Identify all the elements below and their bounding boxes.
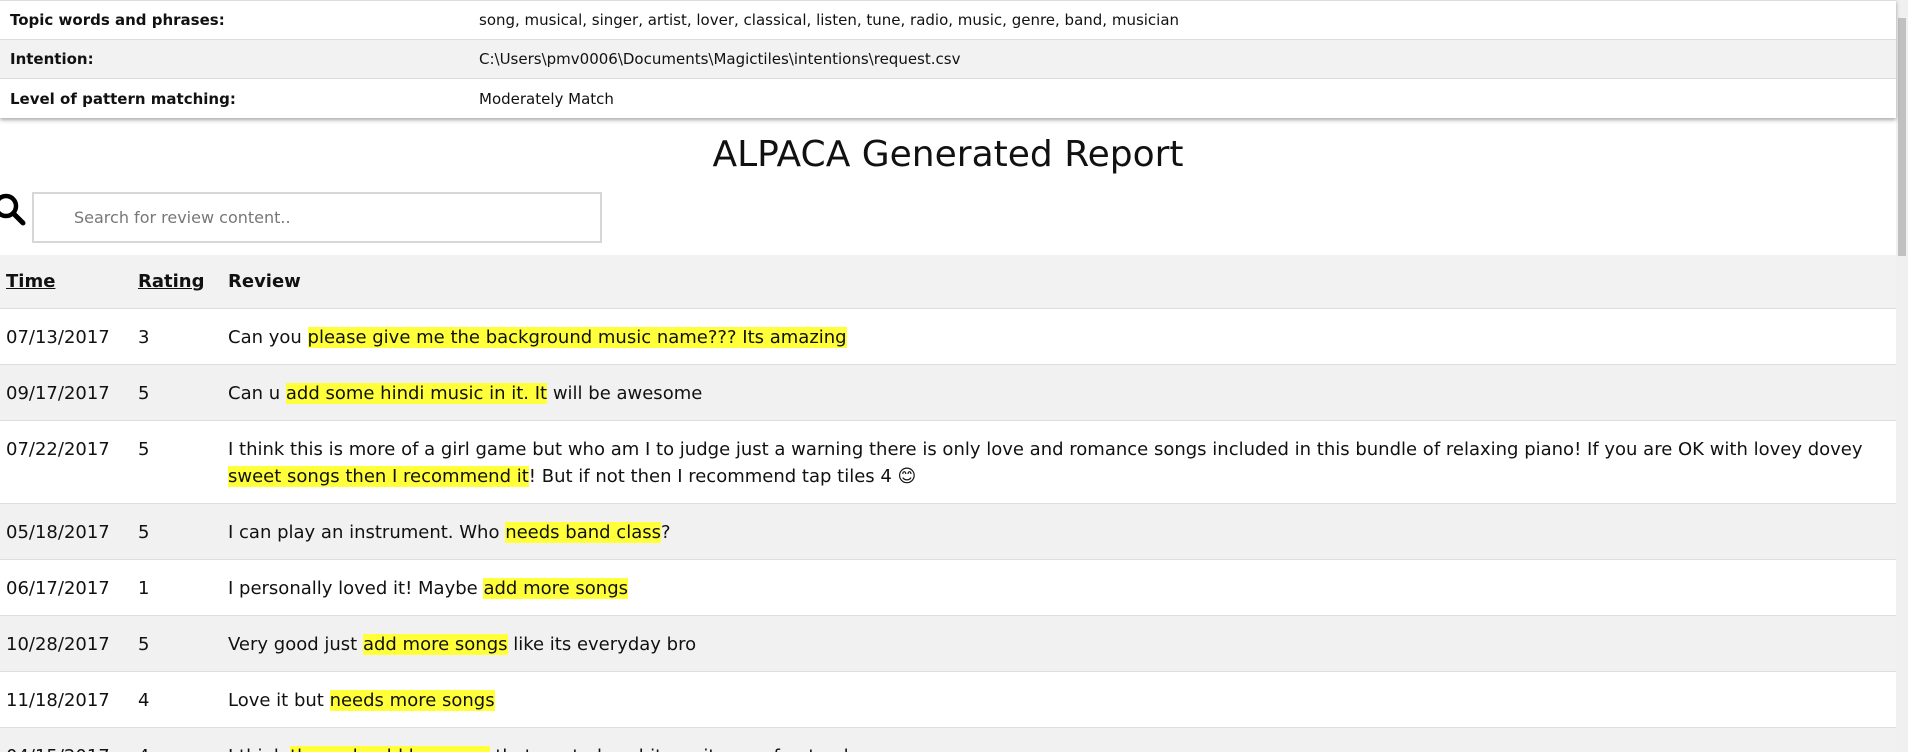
review-text: Can u add some hindi music in it. It wil… (222, 364, 1896, 420)
review-text-segment: Can you (228, 326, 308, 348)
review-text: I personally loved it! Maybe add more so… (222, 559, 1896, 615)
review-table-container: Time Rating Review 07/13/2017 3 Can you pl… (0, 255, 1896, 752)
highlighted-phrase: add some hindi music in it. It (285, 382, 548, 404)
review-text: I can play an instrument. Who needs band… (222, 503, 1896, 559)
review-text-segment: Very good just (228, 633, 363, 655)
review-rating: 5 (138, 521, 150, 543)
review-text: Can you please give me the background mu… (222, 308, 1896, 364)
review-time: 07/22/2017 (6, 438, 110, 460)
page-title: ALPACA Generated Report (712, 134, 1184, 175)
settings-key: Level of pattern matching: (10, 89, 236, 108)
review-rating: 1 (138, 577, 150, 599)
review-text-segment: I personally loved it! Maybe (228, 577, 484, 599)
review-table: Time Rating Review 07/13/2017 3 Can you pl… (0, 255, 1896, 752)
settings-row-matching: Level of pattern matching: Moderately Ma… (0, 79, 1896, 118)
review-text-segment: ? (660, 521, 671, 543)
review-text-segment: Can u (228, 382, 286, 404)
table-row: 06/17/2017 1 I personally loved it! Maybe … (0, 559, 1896, 615)
review-table-body: 07/13/2017 3 Can you please give me the ba… (0, 308, 1896, 752)
highlighted-phrase: needs band class (505, 521, 661, 543)
search-icon (0, 193, 26, 226)
table-row: 05/18/2017 5 I can play an instrument. Who… (0, 503, 1896, 559)
review-text: I think there should be songs that are t… (222, 727, 1896, 752)
review-text: Love it but needs more songs (222, 671, 1896, 727)
review-text-segment: like its everyday bro (507, 633, 697, 655)
review-text-segment: that are todays hits so it more fun to p… (490, 746, 870, 752)
settings-row-intention: Intention: C:\Users\pmv0006\Documents\Ma… (0, 40, 1896, 79)
review-rating: 3 (138, 326, 150, 348)
review-time: 04/15/2017 (0, 727, 132, 752)
review-rating: 4 (132, 727, 222, 752)
settings-value: Moderately Match (479, 89, 614, 108)
table-row: 09/17/2017 5 Can u add some hindi music in… (0, 364, 1896, 420)
review-rating: 5 (138, 382, 150, 404)
review-header: Review (222, 255, 1896, 308)
review-text-segment: I can play an instrument. Who (228, 521, 506, 543)
settings-value: C:\Users\pmv0006\Documents\Magictiles\in… (479, 50, 961, 68)
review-text-segment: I think (228, 746, 290, 752)
review-text-segment: Love it but (228, 689, 330, 711)
review-time: 07/13/2017 (6, 326, 110, 348)
table-row: 07/13/2017 3 Can you please give me the ba… (0, 308, 1896, 364)
sort-rating-header[interactable]: Rating (132, 255, 222, 308)
review-rating: 5 (138, 438, 150, 460)
highlighted-phrase: there should be songs (290, 745, 490, 752)
page-scrollbar[interactable] (1896, 0, 1908, 752)
sort-time-header[interactable]: Time (0, 255, 132, 308)
highlighted-phrase: add more songs (483, 577, 629, 599)
settings-value: song, musical, singer, artist, lover, cl… (479, 11, 1180, 29)
highlighted-phrase: add more songs (362, 633, 508, 655)
search-input[interactable] (32, 192, 602, 243)
table-row: 04/15/20174I think there should be songs… (0, 727, 1896, 752)
table-row: 10/28/2017 5 Very good just add more songs… (0, 615, 1896, 671)
review-text-segment: ! But if not then I recommend tap tiles … (528, 465, 917, 487)
table-header-row: Time Rating Review (0, 255, 1896, 308)
review-text-segment: will be awesome (547, 382, 703, 404)
highlighted-phrase: sweet songs then I recommend it (228, 465, 529, 487)
settings-key: Intention: (10, 50, 94, 68)
review-rating: 4 (138, 689, 150, 711)
table-row: 11/18/2017 4 Love it but needs more songs (0, 671, 1896, 727)
review-time: 05/18/2017 (6, 521, 110, 543)
scrollbar-thumb[interactable] (1898, 18, 1906, 256)
settings-key: Topic words and phrases: (10, 11, 225, 29)
highlighted-phrase: needs more songs (329, 689, 495, 711)
review-text-segment: I think this is more of a girl game but … (228, 438, 1863, 460)
review-time: 09/17/2017 (6, 382, 110, 404)
review-time: 10/28/2017 (6, 633, 110, 655)
table-row: 07/22/2017 5 I think this is more of a gir… (0, 420, 1896, 503)
review-time: 11/18/2017 (6, 689, 110, 711)
review-text: Very good just add more songs like its e… (222, 615, 1896, 671)
highlighted-phrase: please give me the background music name… (307, 326, 847, 348)
review-rating: 5 (138, 633, 150, 655)
review-text: I think this is more of a girl game but … (222, 420, 1896, 503)
review-time: 06/17/2017 (6, 577, 110, 599)
settings-row-topics: Topic words and phrases: song, musical, … (0, 1, 1896, 40)
settings-panel: Topic words and phrases: song, musical, … (0, 0, 1896, 118)
